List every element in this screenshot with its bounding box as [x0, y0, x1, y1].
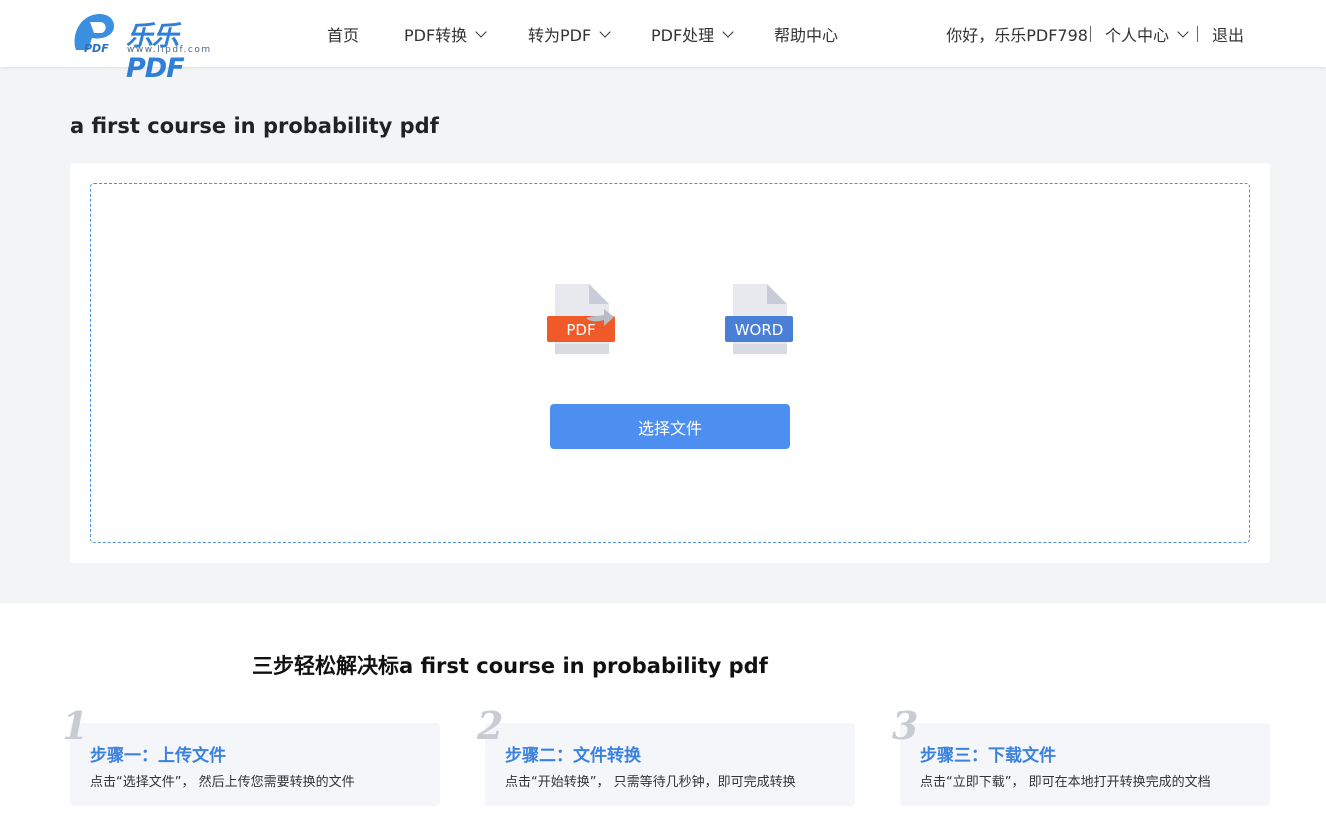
- word-format-label: WORD: [735, 321, 784, 339]
- nav-pdf-convert[interactable]: PDF转换: [404, 0, 487, 67]
- nav-to-pdf-label: 转为PDF: [528, 25, 592, 45]
- step-number: 3: [892, 703, 919, 748]
- user-greeting: 你好，乐乐PDF798: [946, 25, 1088, 45]
- step-title: 步骤二：文件转换: [505, 746, 641, 766]
- nav-help-label: 帮助中心: [774, 25, 839, 45]
- nav-pdf-process[interactable]: PDF处理: [651, 0, 734, 67]
- step-description: 点击“立即下载”， 即可在本地打开转换完成的文档: [920, 775, 1211, 790]
- logo-subtitle: www.llpdf.com: [127, 45, 212, 55]
- step-description: 点击“开始转换”， 只需等待几秒钟，即可完成转换: [505, 775, 796, 790]
- word-file-icon: WORD: [725, 284, 793, 354]
- nav-home-label: 首页: [327, 25, 360, 45]
- user-area: 你好，乐乐PDF798 个人中心 退出: [946, 0, 1244, 67]
- logo-mark-icon: PDF: [74, 14, 114, 54]
- upload-card: [70, 163, 1270, 563]
- nav-pdf-convert-label: PDF转换: [404, 25, 468, 45]
- step-number: 1: [62, 703, 89, 748]
- nav-home[interactable]: 首页: [327, 0, 359, 67]
- upload-dropzone[interactable]: [90, 183, 1250, 543]
- nav-pdf-process-label: PDF处理: [651, 25, 715, 45]
- chevron-down-icon: [599, 25, 611, 38]
- arrow-right-icon: [586, 309, 614, 326]
- svg-text:PDF: PDF: [84, 42, 109, 54]
- step-title: 步骤一：上传文件: [90, 746, 226, 766]
- top-header: PDF 乐乐PDF www.llpdf.com 首页 PDF转换 转为PDF P…: [0, 0, 1326, 84]
- chevron-down-icon: [1177, 25, 1189, 38]
- user-center-label: 个人中心: [1104, 25, 1169, 45]
- user-center-menu[interactable]: 个人中心: [1104, 22, 1189, 46]
- step-title: 步骤三：下载文件: [920, 746, 1056, 766]
- select-file-button[interactable]: 选择文件: [550, 404, 790, 449]
- step-number: 2: [477, 703, 504, 748]
- step-description: 点击“选择文件”， 然后上传您需要转换的文件: [90, 775, 355, 790]
- nav-to-pdf[interactable]: 转为PDF: [528, 0, 611, 67]
- divider: [1196, 25, 1198, 42]
- nav-help[interactable]: 帮助中心: [774, 0, 838, 67]
- logout-link[interactable]: 退出: [1212, 22, 1244, 46]
- page-title: a first course in probability pdf: [70, 114, 439, 138]
- step-card-3: 3 步骤三：下载文件 点击“立即下载”， 即可在本地打开转换完成的文档: [892, 703, 1270, 806]
- step-card-1: 1 步骤一：上传文件 点击“选择文件”， 然后上传您需要转换的文件: [62, 703, 440, 806]
- divider: [1089, 25, 1091, 42]
- site-logo[interactable]: PDF 乐乐PDF www.llpdf.com: [70, 12, 230, 84]
- step-card-2: 2 步骤二：文件转换 点击“开始转换”， 只需等待几秒钟，即可完成转换: [477, 703, 855, 806]
- steps-title: 三步轻松解决标a first course in probability pdf: [252, 654, 768, 678]
- chevron-down-icon: [722, 25, 734, 38]
- chevron-down-icon: [475, 25, 487, 38]
